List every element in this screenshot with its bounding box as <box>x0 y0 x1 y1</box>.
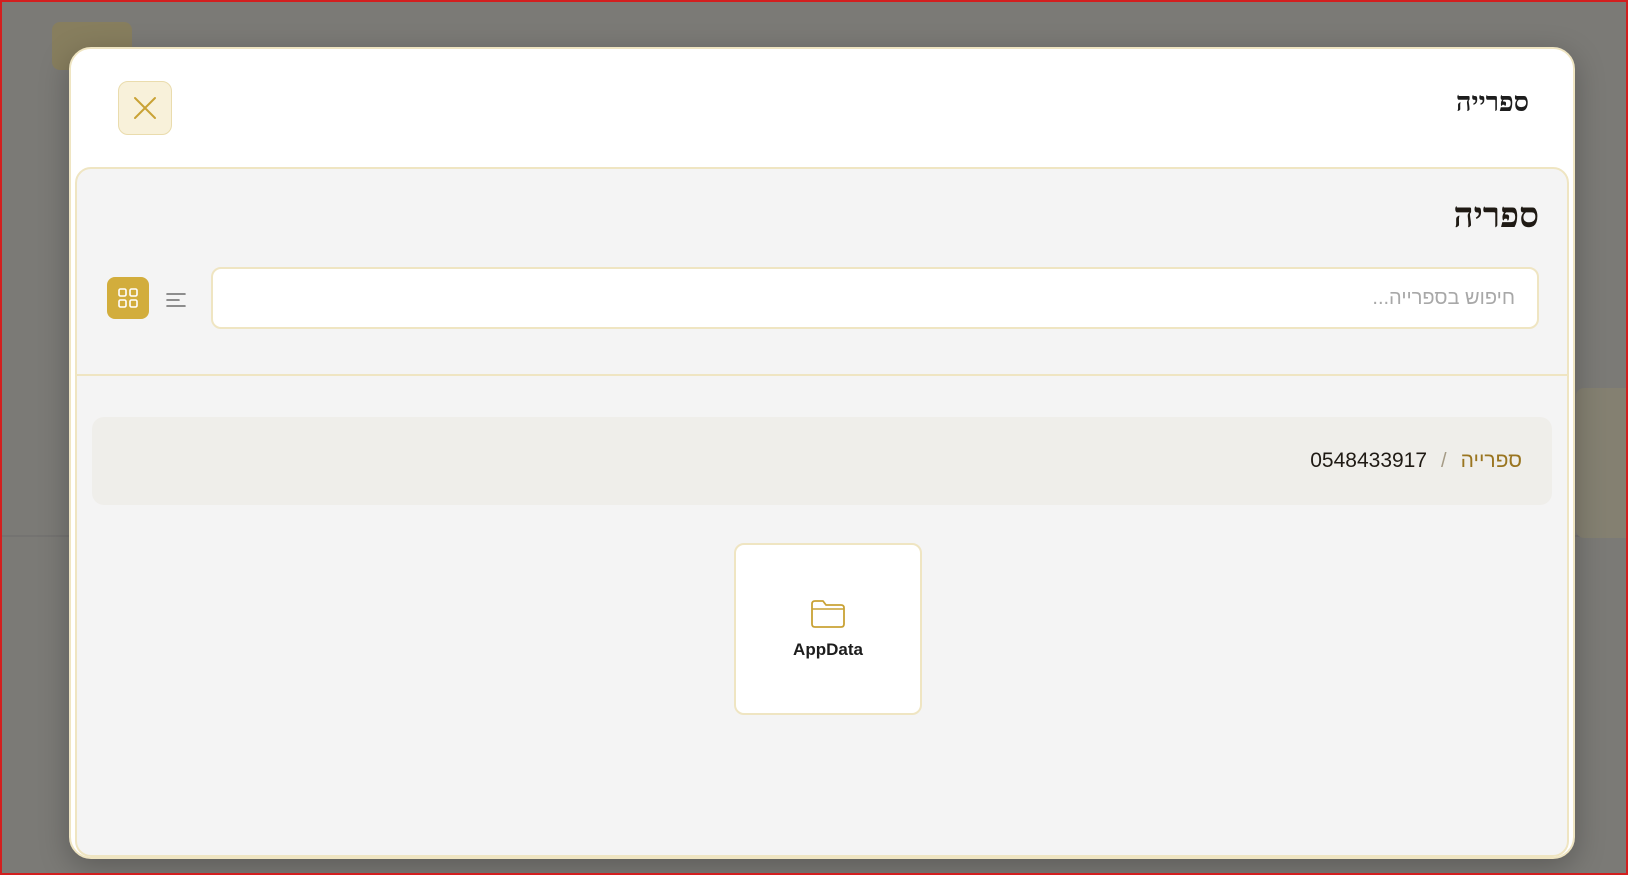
library-modal: ספרייה ספריה 0548433917 <box>69 47 1575 859</box>
breadcrumb-current: 0548433917 <box>1310 449 1428 472</box>
modal-header: ספרייה <box>71 49 1573 167</box>
list-view-icon <box>166 293 186 307</box>
grid-view-icon <box>118 288 138 308</box>
folder-name: AppData <box>793 640 863 659</box>
breadcrumb: 0548433917 / ספרייה <box>92 417 1552 505</box>
close-icon <box>134 97 156 119</box>
breadcrumb-root-link[interactable]: ספרייה <box>1461 449 1522 473</box>
list-view-button[interactable] <box>163 287 189 313</box>
close-button[interactable] <box>118 81 172 135</box>
folder-icon <box>811 600 845 628</box>
library-search-input[interactable] <box>211 267 1539 329</box>
panel-divider <box>77 374 1567 376</box>
folder-item[interactable]: AppData <box>734 543 922 715</box>
library-heading: ספריה <box>1453 195 1539 236</box>
modal-title: ספרייה <box>1456 87 1529 118</box>
grid-view-button[interactable] <box>107 277 149 319</box>
breadcrumb-separator: / <box>1441 449 1447 472</box>
library-panel: ספריה 0548433917 / ספרייה <box>75 167 1569 857</box>
